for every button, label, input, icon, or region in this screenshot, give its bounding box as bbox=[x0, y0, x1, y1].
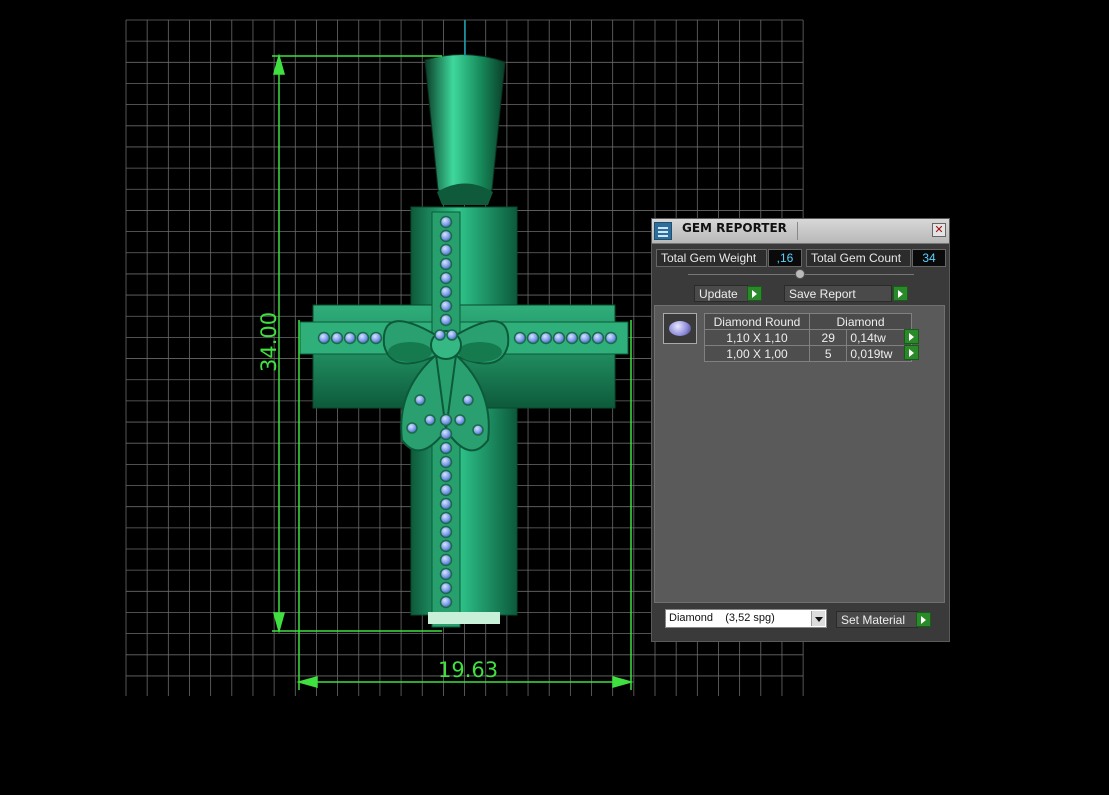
gem bbox=[406, 422, 418, 434]
update-button[interactable]: Update bbox=[694, 285, 748, 302]
gem-weight: 0,019tw bbox=[846, 345, 912, 362]
gem bbox=[446, 329, 458, 341]
width-dimension-label: 19.63 bbox=[438, 658, 498, 682]
gem bbox=[439, 567, 453, 581]
gem bbox=[439, 553, 453, 567]
gem bbox=[439, 413, 453, 427]
gem bbox=[526, 331, 540, 345]
save-report-button[interactable]: Save Report bbox=[784, 285, 892, 302]
chevron-down-icon[interactable] bbox=[811, 611, 825, 626]
gem bbox=[424, 414, 436, 426]
set-material-button[interactable]: Set Material bbox=[836, 611, 918, 628]
gem-table: Diamond Round Diamond 1,10 X 1,10 29 0,1… bbox=[704, 313, 912, 362]
gem bbox=[330, 331, 344, 345]
gem bbox=[439, 483, 453, 497]
gem bbox=[439, 539, 453, 553]
gem bbox=[604, 331, 618, 345]
gem bbox=[439, 285, 453, 299]
table-row[interactable]: 1,00 X 1,00 5 0,019tw bbox=[704, 345, 912, 362]
gem bbox=[343, 331, 357, 345]
total-gem-weight-label: Total Gem Weight bbox=[656, 249, 767, 267]
gem-reporter-icon bbox=[654, 222, 672, 240]
gem bbox=[369, 331, 383, 345]
report-area: Diamond Round Diamond 1,10 X 1,10 29 0,1… bbox=[654, 305, 945, 603]
set-material-label: Set Material bbox=[841, 613, 906, 627]
gem bbox=[356, 331, 370, 345]
gem bbox=[439, 243, 453, 257]
gem bbox=[434, 329, 446, 341]
gem bbox=[591, 331, 605, 345]
collapse-toggle[interactable] bbox=[795, 269, 805, 279]
gem-count: 29 bbox=[808, 329, 848, 346]
total-gem-weight-value: ,16 bbox=[768, 249, 802, 267]
table-row[interactable]: 1,10 X 1,10 29 0,14tw bbox=[704, 329, 912, 346]
gem-size: 1,10 X 1,10 bbox=[704, 329, 810, 346]
total-gem-count-label: Total Gem Count bbox=[806, 249, 911, 267]
gem bbox=[439, 511, 453, 525]
update-label: Update bbox=[699, 287, 738, 301]
gem bbox=[439, 469, 453, 483]
gem bbox=[439, 581, 453, 595]
panel-title: GEM REPORTER bbox=[682, 221, 787, 235]
gem bbox=[317, 331, 331, 345]
bail bbox=[424, 54, 506, 199]
table-header-shape: Diamond Round bbox=[704, 313, 810, 330]
gem bbox=[472, 424, 484, 436]
height-dimension-label: 34.00 bbox=[257, 312, 281, 372]
gem bbox=[539, 331, 553, 345]
set-material-go-arrow[interactable] bbox=[916, 612, 931, 627]
gem bbox=[552, 331, 566, 345]
gem bbox=[513, 331, 527, 345]
title-separator bbox=[797, 222, 798, 240]
diamond-gem-icon[interactable] bbox=[663, 313, 697, 344]
save-report-label: Save Report bbox=[789, 287, 856, 301]
save-report-go-arrow[interactable] bbox=[893, 286, 908, 301]
gem bbox=[439, 271, 453, 285]
row-2-go-arrow[interactable] bbox=[904, 345, 919, 360]
title-bar[interactable]: GEM REPORTER ✕ bbox=[652, 219, 949, 244]
gem bbox=[454, 414, 466, 426]
pendant-model[interactable] bbox=[299, 54, 629, 628]
gem bbox=[462, 394, 474, 406]
table-header-material: Diamond bbox=[809, 313, 912, 330]
update-go-arrow[interactable] bbox=[747, 286, 762, 301]
gem-reporter-panel: GEM REPORTER ✕ Total Gem Weight ,16 Tota… bbox=[651, 218, 950, 642]
gem bbox=[439, 229, 453, 243]
gem bbox=[439, 257, 453, 271]
gem bbox=[439, 525, 453, 539]
gem bbox=[439, 441, 453, 455]
gem bbox=[439, 595, 453, 609]
close-button[interactable]: ✕ bbox=[932, 223, 946, 237]
gem bbox=[578, 331, 592, 345]
gem bbox=[439, 313, 453, 327]
gem-count: 5 bbox=[808, 345, 848, 362]
material-select[interactable]: Diamond (3,52 spg) bbox=[665, 609, 827, 628]
gem bbox=[439, 299, 453, 313]
gem bbox=[565, 331, 579, 345]
gem-size: 1,00 X 1,00 bbox=[704, 345, 810, 362]
gem bbox=[439, 215, 453, 229]
gem bbox=[439, 497, 453, 511]
gem-weight: 0,14tw bbox=[846, 329, 912, 346]
gem bbox=[439, 455, 453, 469]
row-1-go-arrow[interactable] bbox=[904, 329, 919, 344]
total-gem-count-value: 34 bbox=[912, 249, 946, 267]
gem bbox=[439, 427, 453, 441]
gem bbox=[414, 394, 426, 406]
material-select-value: Diamond (3,52 spg) bbox=[669, 612, 775, 624]
